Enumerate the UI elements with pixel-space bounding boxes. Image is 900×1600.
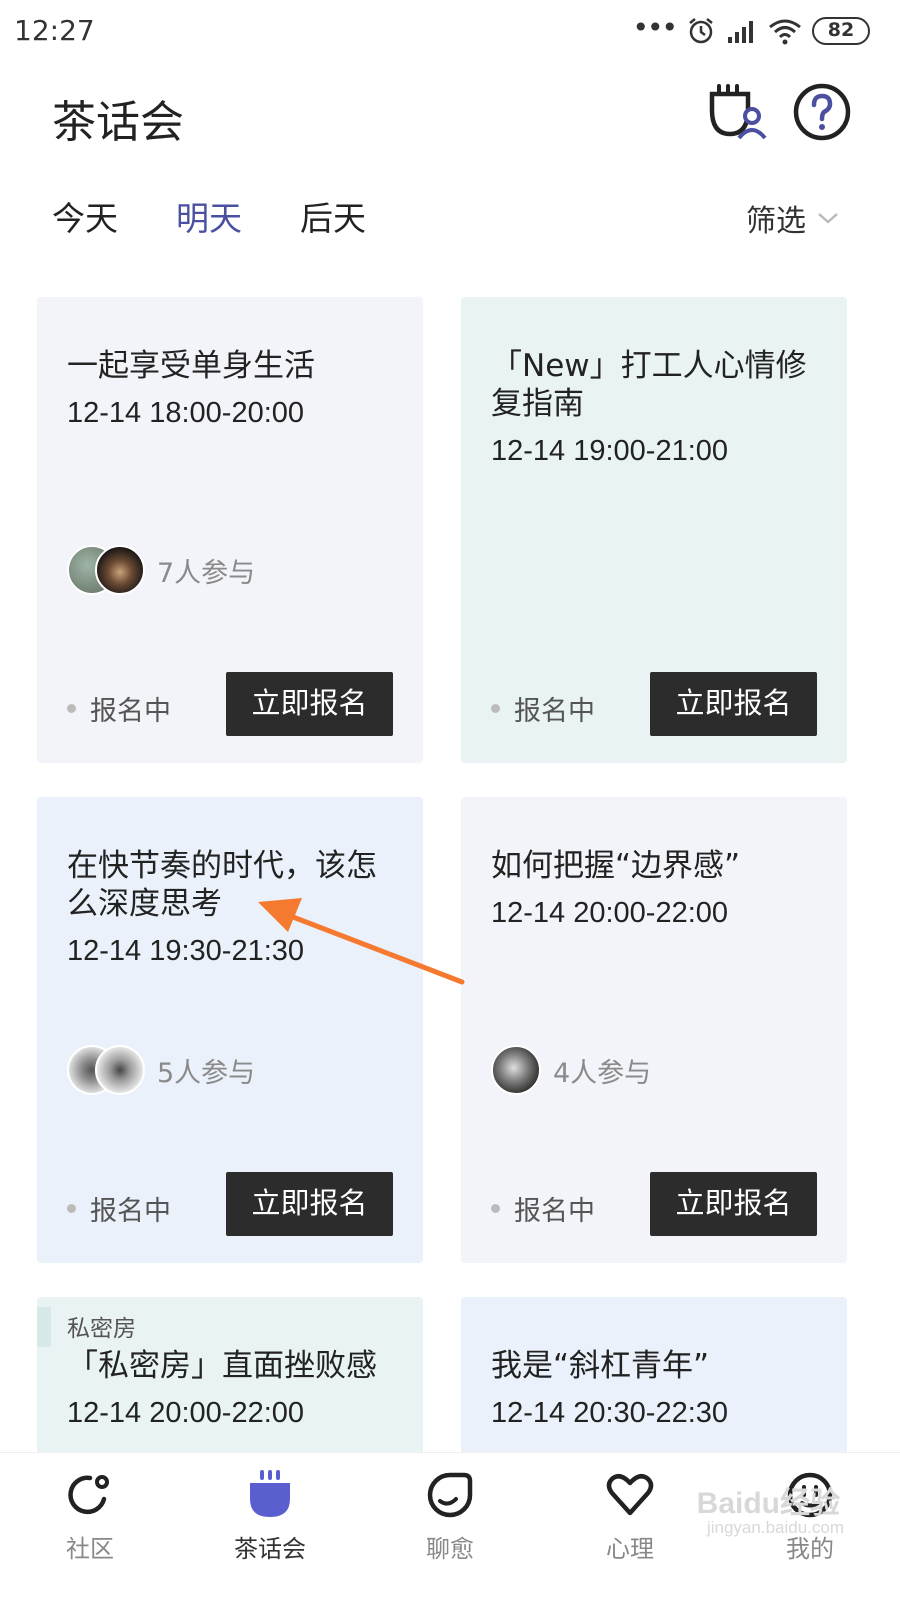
signup-status: 报名中 (67, 1189, 171, 1228)
status-text: 报名中 (514, 1196, 595, 1227)
chevron-down-icon (818, 213, 838, 224)
signup-status: 报名中 (67, 689, 171, 728)
signup-status: 报名中 (491, 1189, 595, 1228)
page-title: 茶话会 (52, 97, 184, 148)
my-tea-party-button[interactable] (706, 80, 770, 144)
event-card[interactable]: 如何把握“边界感” 12-14 20:00-22:00 4人参与 报名中 立即报… (461, 797, 847, 1263)
event-title: 我是“斜杠青年” (491, 1348, 710, 1384)
event-card[interactable]: 在快节奏的时代，该怎么深度思考 12-14 19:30-21:30 5人参与 报… (37, 797, 423, 1263)
status-text: 报名中 (90, 696, 171, 727)
event-time: 12-14 20:30-22:30 (491, 1397, 729, 1429)
event-time: 12-14 20:00-22:00 (491, 897, 729, 929)
signal-icon (728, 21, 753, 43)
participant-count: 7人参与 (157, 557, 256, 589)
status-dot (67, 704, 76, 713)
signup-button[interactable]: 立即报名 (650, 672, 817, 736)
chat-heal-icon (427, 1472, 473, 1518)
nav-tea-party[interactable]: 茶话会 (180, 1453, 360, 1600)
status-time: 12:27 (14, 14, 95, 47)
baidu-watermark: Baidu经验 (696, 1487, 840, 1520)
tab-today[interactable]: 今天 (52, 192, 118, 240)
event-card[interactable]: 「New」打工人心情修复指南 12-14 19:00-21:00 报名中 立即报… (461, 297, 847, 763)
wifi-icon (769, 19, 801, 45)
nav-label: 茶话会 (234, 1535, 306, 1563)
event-title: 「私密房」直面挫败感 (67, 1348, 377, 1384)
participant-avatars: 7人参与 (67, 545, 255, 595)
status-dot (491, 704, 500, 713)
avatar (95, 1045, 145, 1095)
community-icon (68, 1475, 109, 1515)
event-title: 在快节奏的时代，该怎么深度思考 (67, 848, 377, 922)
heart-icon (606, 1474, 654, 1516)
event-card[interactable]: 我是“斜杠青年” 12-14 20:30-22:30 (461, 1297, 847, 1452)
filter-label: 筛选 (746, 204, 806, 239)
event-time: 12-14 19:00-21:00 (491, 435, 729, 467)
help-button[interactable] (790, 80, 854, 144)
nav-label: 聊愈 (426, 1535, 474, 1563)
participant-count: 4人参与 (553, 1057, 652, 1089)
tab-tomorrow[interactable]: 明天 (176, 192, 242, 240)
avatar (95, 545, 145, 595)
tea-cup-user-icon (709, 84, 767, 140)
status-dot (491, 1204, 500, 1213)
avatar (491, 1045, 541, 1095)
more-dots-icon: ••• (632, 10, 678, 44)
filter-dropdown[interactable]: 筛选 (746, 196, 840, 240)
private-room-marker (37, 1307, 51, 1347)
event-card[interactable]: 一起享受单身生活 12-14 18:00-20:00 7人参与 报名中 立即报名 (37, 297, 423, 763)
nav-label: 社区 (66, 1535, 114, 1563)
nav-community[interactable]: 社区 (0, 1453, 180, 1600)
event-time: 12-14 18:00-20:00 (67, 397, 305, 429)
tab-day-after-tomorrow[interactable]: 后天 (300, 192, 366, 240)
participant-avatars: 5人参与 (67, 1045, 255, 1095)
nav-label: 心理 (606, 1535, 654, 1563)
help-question-icon (793, 83, 851, 141)
event-time: 12-14 19:30-21:30 (67, 935, 305, 967)
private-room-tag: 私密房 (67, 1316, 136, 1342)
status-icons: ••• 82 (632, 10, 870, 48)
signup-button[interactable]: 立即报名 (650, 1172, 817, 1236)
day-tabs: 今天 明天 后天 (52, 192, 366, 240)
event-title: 如何把握“边界感” (491, 848, 741, 884)
event-title: 一起享受单身生活 (67, 348, 315, 384)
nav-chat-heal[interactable]: 聊愈 (360, 1453, 540, 1600)
nav-psychology[interactable]: 心理 (540, 1453, 720, 1600)
status-text: 报名中 (514, 696, 595, 727)
event-card[interactable]: 私密房 「私密房」直面挫败感 12-14 20:00-22:00 (37, 1297, 423, 1452)
baidu-watermark-url: jingyan.baidu.com (706, 1518, 844, 1537)
event-title: 「New」打工人心情修复指南 (491, 348, 807, 422)
signup-status: 报名中 (491, 689, 595, 728)
signup-button[interactable]: 立即报名 (226, 672, 393, 736)
battery-indicator: 82 (812, 17, 870, 45)
alarm-icon (689, 18, 713, 44)
signup-button[interactable]: 立即报名 (226, 1172, 393, 1236)
tea-party-icon (250, 1470, 290, 1517)
event-time: 12-14 20:00-22:00 (67, 1397, 305, 1429)
status-dot (67, 1204, 76, 1213)
status-bar: 12:27 ••• 82 (0, 0, 900, 64)
status-text: 报名中 (90, 1196, 171, 1227)
participant-avatars: 4人参与 (491, 1045, 651, 1095)
participant-count: 5人参与 (157, 1057, 256, 1089)
